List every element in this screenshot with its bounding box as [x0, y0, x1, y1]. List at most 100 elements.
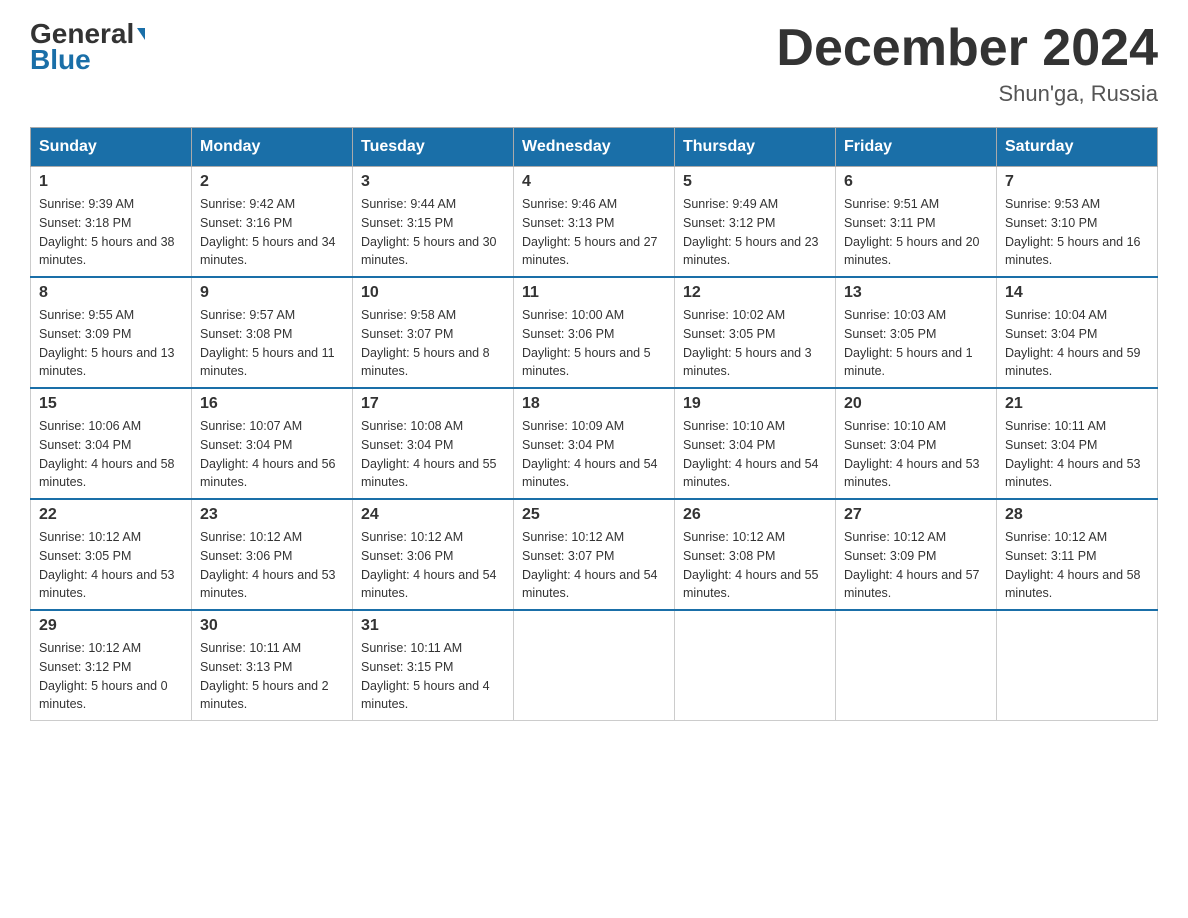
table-row: 23 Sunrise: 10:12 AMSunset: 3:06 PMDayli…: [192, 499, 353, 610]
day-number: 11: [522, 284, 666, 302]
day-info: Sunrise: 10:11 AMSunset: 3:13 PMDaylight…: [200, 639, 344, 714]
location: Shun'ga, Russia: [776, 81, 1158, 107]
day-info: Sunrise: 10:08 AMSunset: 3:04 PMDaylight…: [361, 417, 505, 492]
day-number: 1: [39, 173, 183, 191]
day-number: 30: [200, 617, 344, 635]
day-info: Sunrise: 10:12 AMSunset: 3:08 PMDaylight…: [683, 528, 827, 603]
table-row: 15 Sunrise: 10:06 AMSunset: 3:04 PMDayli…: [31, 388, 192, 499]
day-number: 13: [844, 284, 988, 302]
day-info: Sunrise: 10:07 AMSunset: 3:04 PMDaylight…: [200, 417, 344, 492]
table-row: 11 Sunrise: 10:00 AMSunset: 3:06 PMDayli…: [514, 277, 675, 388]
day-info: Sunrise: 10:12 AMSunset: 3:06 PMDaylight…: [200, 528, 344, 603]
day-number: 6: [844, 173, 988, 191]
day-number: 21: [1005, 395, 1149, 413]
day-number: 25: [522, 506, 666, 524]
header-tuesday: Tuesday: [353, 128, 514, 167]
day-info: Sunrise: 10:12 AMSunset: 3:09 PMDaylight…: [844, 528, 988, 603]
header-saturday: Saturday: [997, 128, 1158, 167]
table-row: 3 Sunrise: 9:44 AMSunset: 3:15 PMDayligh…: [353, 167, 514, 278]
day-number: 3: [361, 173, 505, 191]
day-info: Sunrise: 10:12 AMSunset: 3:05 PMDaylight…: [39, 528, 183, 603]
table-row: 24 Sunrise: 10:12 AMSunset: 3:06 PMDayli…: [353, 499, 514, 610]
day-info: Sunrise: 10:12 AMSunset: 3:06 PMDaylight…: [361, 528, 505, 603]
day-number: 24: [361, 506, 505, 524]
day-number: 17: [361, 395, 505, 413]
table-row: 1 Sunrise: 9:39 AMSunset: 3:18 PMDayligh…: [31, 167, 192, 278]
month-title: December 2024: [776, 20, 1158, 77]
day-info: Sunrise: 9:44 AMSunset: 3:15 PMDaylight:…: [361, 195, 505, 270]
day-number: 12: [683, 284, 827, 302]
table-row: 14 Sunrise: 10:04 AMSunset: 3:04 PMDayli…: [997, 277, 1158, 388]
day-number: 4: [522, 173, 666, 191]
day-info: Sunrise: 10:06 AMSunset: 3:04 PMDaylight…: [39, 417, 183, 492]
day-info: Sunrise: 10:12 AMSunset: 3:12 PMDaylight…: [39, 639, 183, 714]
day-number: 14: [1005, 284, 1149, 302]
day-number: 15: [39, 395, 183, 413]
header-sunday: Sunday: [31, 128, 192, 167]
day-info: Sunrise: 10:12 AMSunset: 3:11 PMDaylight…: [1005, 528, 1149, 603]
day-number: 10: [361, 284, 505, 302]
day-number: 27: [844, 506, 988, 524]
table-row: 30 Sunrise: 10:11 AMSunset: 3:13 PMDayli…: [192, 610, 353, 721]
table-row: 28 Sunrise: 10:12 AMSunset: 3:11 PMDayli…: [997, 499, 1158, 610]
table-row: 17 Sunrise: 10:08 AMSunset: 3:04 PMDayli…: [353, 388, 514, 499]
logo: General Blue: [30, 20, 145, 74]
day-number: 19: [683, 395, 827, 413]
table-row: [675, 610, 836, 721]
day-number: 29: [39, 617, 183, 635]
day-number: 8: [39, 284, 183, 302]
table-row: 22 Sunrise: 10:12 AMSunset: 3:05 PMDayli…: [31, 499, 192, 610]
header-friday: Friday: [836, 128, 997, 167]
day-info: Sunrise: 9:51 AMSunset: 3:11 PMDaylight:…: [844, 195, 988, 270]
day-info: Sunrise: 9:57 AMSunset: 3:08 PMDaylight:…: [200, 306, 344, 381]
table-row: 21 Sunrise: 10:11 AMSunset: 3:04 PMDayli…: [997, 388, 1158, 499]
logo-triangle-icon: [137, 28, 145, 40]
day-info: Sunrise: 10:10 AMSunset: 3:04 PMDaylight…: [844, 417, 988, 492]
logo-blue: Blue: [30, 46, 91, 74]
day-number: 23: [200, 506, 344, 524]
day-number: 22: [39, 506, 183, 524]
day-number: 16: [200, 395, 344, 413]
table-row: 9 Sunrise: 9:57 AMSunset: 3:08 PMDayligh…: [192, 277, 353, 388]
page-header: General Blue December 2024 Shun'ga, Russ…: [30, 20, 1158, 107]
header-thursday: Thursday: [675, 128, 836, 167]
calendar-header-row: Sunday Monday Tuesday Wednesday Thursday…: [31, 128, 1158, 167]
header-monday: Monday: [192, 128, 353, 167]
table-row: 6 Sunrise: 9:51 AMSunset: 3:11 PMDayligh…: [836, 167, 997, 278]
day-number: 9: [200, 284, 344, 302]
table-row: [836, 610, 997, 721]
day-info: Sunrise: 10:11 AMSunset: 3:15 PMDaylight…: [361, 639, 505, 714]
day-number: 20: [844, 395, 988, 413]
day-info: Sunrise: 9:42 AMSunset: 3:16 PMDaylight:…: [200, 195, 344, 270]
calendar-table: Sunday Monday Tuesday Wednesday Thursday…: [30, 127, 1158, 721]
table-row: 10 Sunrise: 9:58 AMSunset: 3:07 PMDaylig…: [353, 277, 514, 388]
day-info: Sunrise: 10:03 AMSunset: 3:05 PMDaylight…: [844, 306, 988, 381]
day-number: 28: [1005, 506, 1149, 524]
table-row: 13 Sunrise: 10:03 AMSunset: 3:05 PMDayli…: [836, 277, 997, 388]
table-row: 31 Sunrise: 10:11 AMSunset: 3:15 PMDayli…: [353, 610, 514, 721]
day-number: 7: [1005, 173, 1149, 191]
title-block: December 2024 Shun'ga, Russia: [776, 20, 1158, 107]
day-number: 2: [200, 173, 344, 191]
table-row: 7 Sunrise: 9:53 AMSunset: 3:10 PMDayligh…: [997, 167, 1158, 278]
day-info: Sunrise: 10:09 AMSunset: 3:04 PMDaylight…: [522, 417, 666, 492]
table-row: 18 Sunrise: 10:09 AMSunset: 3:04 PMDayli…: [514, 388, 675, 499]
day-info: Sunrise: 10:04 AMSunset: 3:04 PMDaylight…: [1005, 306, 1149, 381]
day-info: Sunrise: 9:46 AMSunset: 3:13 PMDaylight:…: [522, 195, 666, 270]
day-number: 18: [522, 395, 666, 413]
table-row: 5 Sunrise: 9:49 AMSunset: 3:12 PMDayligh…: [675, 167, 836, 278]
table-row: 2 Sunrise: 9:42 AMSunset: 3:16 PMDayligh…: [192, 167, 353, 278]
table-row: 20 Sunrise: 10:10 AMSunset: 3:04 PMDayli…: [836, 388, 997, 499]
header-wednesday: Wednesday: [514, 128, 675, 167]
table-row: 27 Sunrise: 10:12 AMSunset: 3:09 PMDayli…: [836, 499, 997, 610]
day-info: Sunrise: 10:00 AMSunset: 3:06 PMDaylight…: [522, 306, 666, 381]
day-info: Sunrise: 10:12 AMSunset: 3:07 PMDaylight…: [522, 528, 666, 603]
table-row: 4 Sunrise: 9:46 AMSunset: 3:13 PMDayligh…: [514, 167, 675, 278]
day-number: 31: [361, 617, 505, 635]
day-number: 26: [683, 506, 827, 524]
day-info: Sunrise: 9:55 AMSunset: 3:09 PMDaylight:…: [39, 306, 183, 381]
table-row: [514, 610, 675, 721]
day-info: Sunrise: 10:02 AMSunset: 3:05 PMDaylight…: [683, 306, 827, 381]
day-number: 5: [683, 173, 827, 191]
table-row: 19 Sunrise: 10:10 AMSunset: 3:04 PMDayli…: [675, 388, 836, 499]
